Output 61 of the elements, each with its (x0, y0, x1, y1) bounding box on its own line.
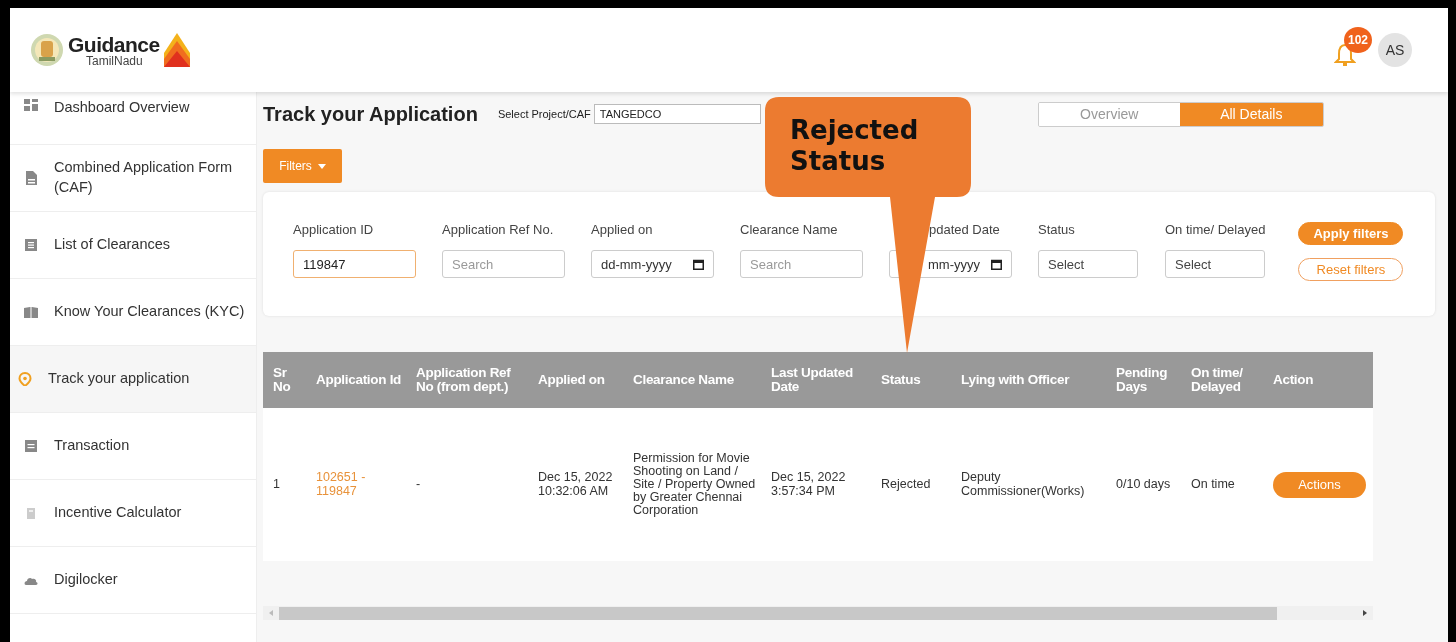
column-header: Application Id (315, 372, 403, 388)
table-cell-text: Dec 15, 2022 10:32:06 AM (537, 471, 614, 498)
horizontal-scrollbar[interactable] (263, 606, 1373, 620)
column-header: Status (880, 372, 922, 388)
field-label: Application ID (293, 222, 375, 237)
field-label: Applied on (591, 222, 654, 237)
user-avatar[interactable]: AS (1378, 33, 1412, 67)
document-icon (24, 171, 38, 185)
book-icon (24, 305, 38, 319)
caret-icon (317, 163, 326, 169)
select-field[interactable]: Select (1038, 250, 1138, 278)
sidebar-item[interactable]: Transaction (10, 413, 256, 480)
table-cell-text: Rejected (880, 477, 932, 492)
field-label: On time/ Delayed (1165, 222, 1266, 237)
column-header: Last Updated Date (770, 365, 854, 395)
field-label: pdated Date (928, 222, 1001, 237)
scroll-left-icon (267, 609, 275, 617)
table-cell-text: - (415, 477, 422, 492)
column-header: Action (1272, 372, 1315, 388)
field-label: Clearance Name (740, 222, 839, 237)
bell-icon (1334, 43, 1356, 67)
input-field[interactable]: 119847 (293, 250, 416, 278)
table-cell-text: 1 (272, 477, 281, 492)
column-header: Application Ref No (from dept.) (415, 365, 512, 395)
calendar-icon (991, 258, 1002, 270)
column-header: On time/ Delayed (1190, 365, 1244, 395)
list-icon (24, 238, 38, 252)
table-cell-text: Deputy Commissioner(Works) (960, 471, 1086, 498)
date-field[interactable]: dd-mm-yyyy (591, 250, 714, 278)
project-select[interactable]: TANGEDCO (593, 104, 761, 124)
table-cell-text: 0/10 days (1115, 477, 1172, 492)
sidebar-item[interactable]: Track your application (10, 346, 256, 413)
field-label: Application Ref No. (442, 222, 555, 237)
sidebar-item[interactable]: Digilocker (10, 547, 256, 614)
select-field[interactable]: Select (1165, 250, 1265, 278)
column-header: Sr No (272, 365, 292, 395)
grid-icon (24, 98, 38, 112)
calendar-icon (693, 258, 704, 270)
column-header: Pending Days (1115, 365, 1169, 395)
chevron-logo-icon (163, 33, 190, 67)
scroll-right-icon (1361, 609, 1369, 617)
field-label: Status (1038, 222, 1076, 237)
sidebar-item[interactable]: List of Clearances (10, 212, 256, 279)
table-cell-text: Dec 15, 2022 3:57:34 PM (770, 471, 847, 498)
calculator-icon (24, 506, 38, 520)
column-header: Clearance Name (632, 372, 735, 388)
logo-subtitle: TamilNadu (85, 54, 144, 67)
transaction-icon (24, 439, 38, 453)
sidebar-item[interactable]: Dashboard Overview (10, 92, 256, 145)
sidebar-item[interactable]: Incentive Calculator (10, 480, 256, 547)
logo-title: Guidance (68, 33, 160, 55)
location-pin-icon (18, 372, 32, 386)
emblem-icon (30, 33, 64, 67)
notification-badge: 102 (1344, 27, 1372, 53)
table-cell-text: On time (1190, 477, 1236, 492)
field-label: Select Project/CAF (497, 108, 591, 120)
table-cell-text: Permission for Movie Shooting on Land / Site / Property Owned by Greater Chennai Corporation (632, 451, 757, 518)
sidebar-item[interactable]: Combined Application Form (CAF) (10, 145, 256, 212)
column-header: Lying with Officer (960, 372, 1071, 388)
page-title: Track your Application (263, 102, 478, 126)
column-header: Applied on (537, 372, 606, 388)
